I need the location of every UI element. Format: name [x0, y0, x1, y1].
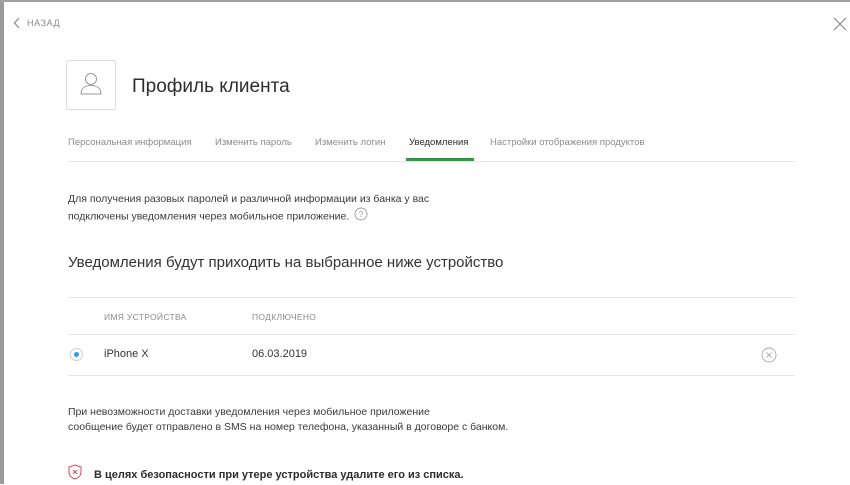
delivery-note-line-2: сообщение будет отправлено в SMS на номе… — [68, 421, 509, 433]
device-name: iPhone X — [104, 348, 149, 360]
shield-icon — [68, 464, 82, 485]
chevron-left-icon — [13, 17, 21, 29]
tab-personal-info[interactable]: Персональная информация — [68, 137, 192, 148]
tab-notifications[interactable]: Уведомления — [409, 137, 468, 148]
table-row: iPhone X 06.03.2019 — [68, 335, 795, 376]
window-frame-left — [0, 0, 4, 484]
section-title: Уведомления будут приходить на выбранное… — [68, 254, 504, 271]
tab-product-display-settings[interactable]: Настройки отображения продуктов — [490, 137, 644, 148]
device-connected-date: 06.03.2019 — [252, 348, 308, 360]
security-note: В целях безопасности при утере устройств… — [68, 464, 464, 485]
svg-text:?: ? — [359, 210, 364, 219]
column-device-name: ИМЯ УСТРОЙСТВА — [104, 312, 187, 322]
close-icon[interactable] — [832, 16, 848, 32]
tab-change-password[interactable]: Изменить пароль — [215, 137, 292, 148]
back-button[interactable]: НАЗАД — [13, 17, 60, 29]
security-note-text: В целях безопасности при утере устройств… — [94, 468, 464, 481]
delivery-note: При невозможности доставки уведомления ч… — [68, 405, 628, 435]
device-radio[interactable] — [70, 348, 83, 361]
column-connected: ПОДКЛЮЧЕНО — [252, 312, 317, 322]
info-line-2: подключены уведомления через мобильное п… — [68, 210, 350, 223]
active-tab-indicator — [406, 158, 474, 161]
devices-table: ИМЯ УСТРОЙСТВА ПОДКЛЮЧЕНО iPhone X 06.03… — [68, 297, 795, 376]
delivery-note-line-1: При невозможности доставки уведомления ч… — [68, 406, 430, 418]
user-icon — [78, 70, 104, 101]
info-line-1: Для получения разовых паролей и различно… — [68, 193, 430, 205]
page-title: Профиль клиента — [132, 76, 290, 97]
window-frame-top — [0, 0, 850, 2]
back-label: НАЗАД — [27, 18, 61, 28]
help-icon[interactable]: ? — [354, 207, 368, 226]
notifications-info: Для получения разовых паролей и различно… — [68, 192, 508, 226]
avatar — [66, 60, 116, 110]
remove-icon[interactable] — [761, 347, 777, 363]
tab-change-login[interactable]: Изменить логин — [315, 137, 385, 148]
table-header: ИМЯ УСТРОЙСТВА ПОДКЛЮЧЕНО — [68, 297, 795, 335]
